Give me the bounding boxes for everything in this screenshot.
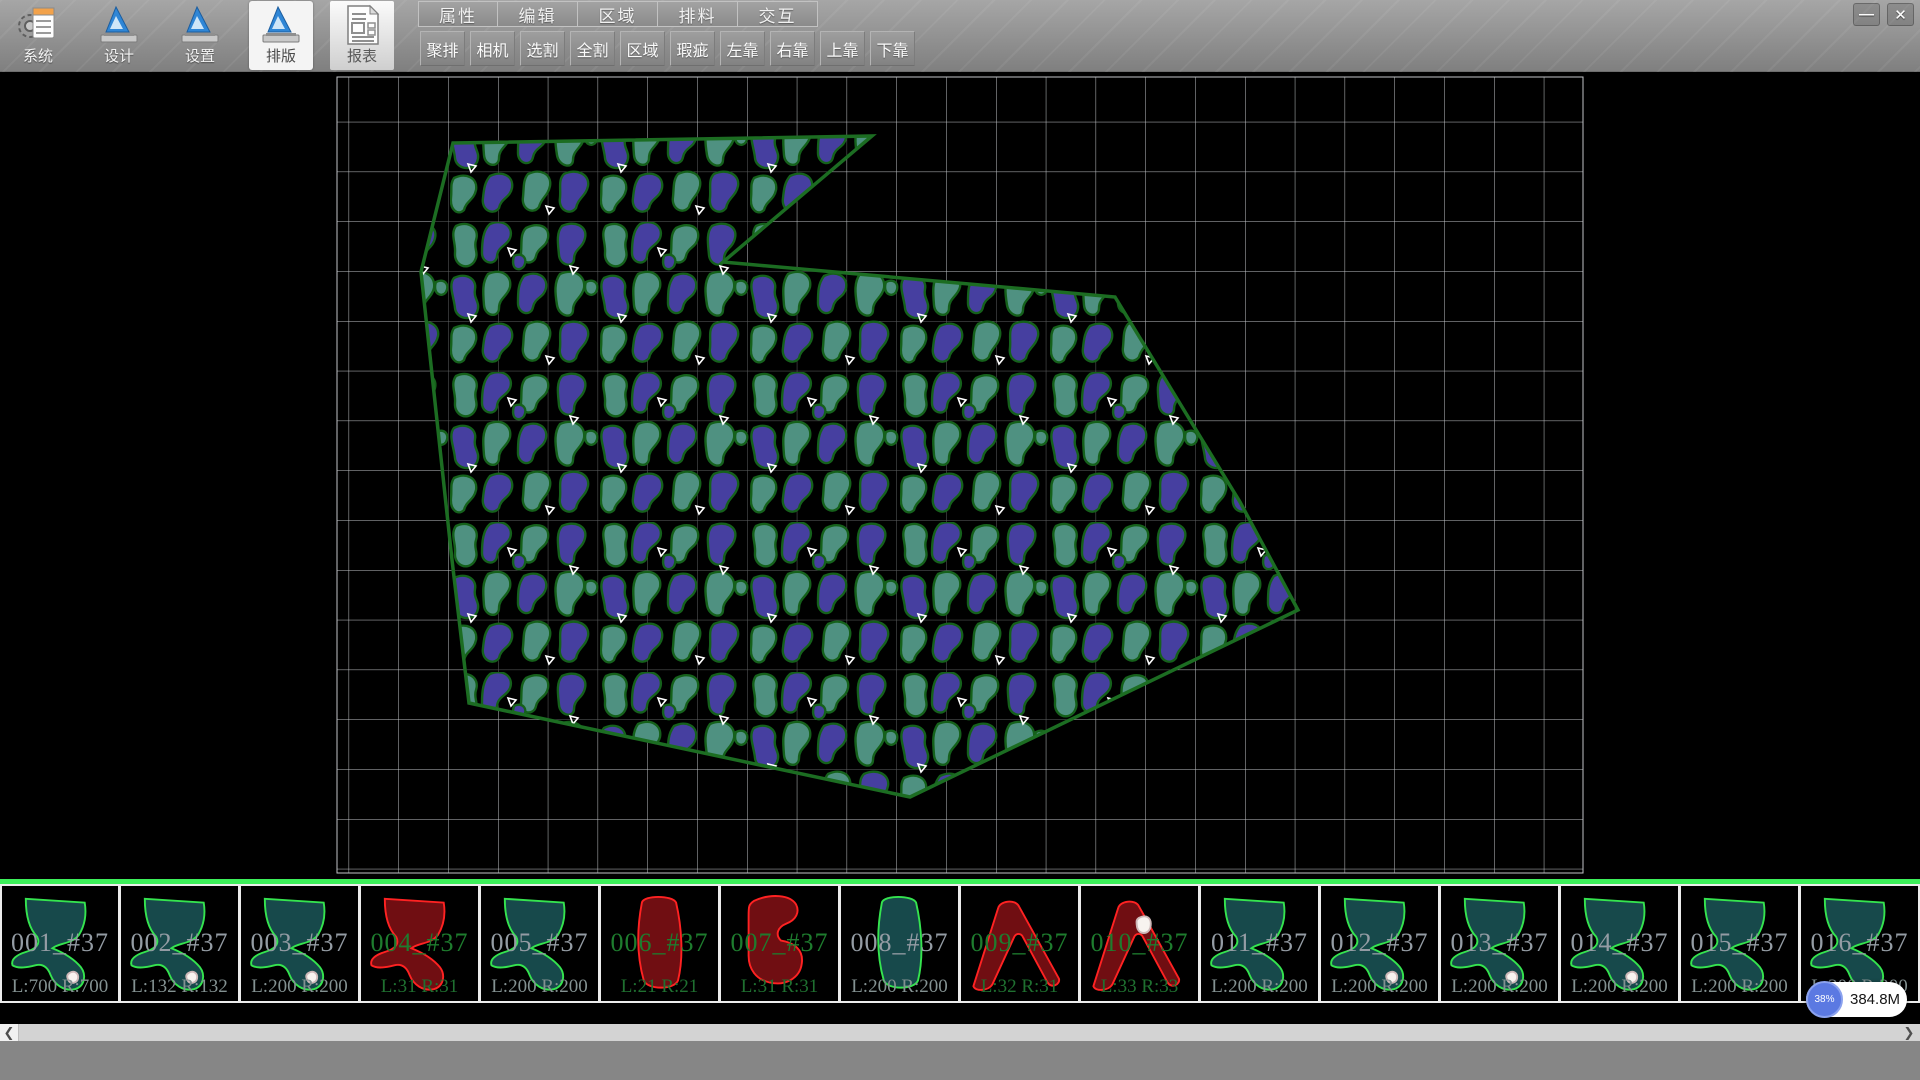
thumbnail-cell[interactable]: 009_#37L:32 R:31 xyxy=(960,884,1080,1003)
piece-thumbnail-shape xyxy=(242,887,356,998)
canvas-svg xyxy=(0,72,1920,879)
set-square-icon xyxy=(182,7,218,42)
tab-label: 报表 xyxy=(347,48,377,65)
tab-label: 设计 xyxy=(104,48,134,65)
tab-设计[interactable]: 设计 xyxy=(87,1,151,70)
close-button[interactable]: ✕ xyxy=(1887,3,1914,26)
main-mode-tabs: 系统 设计 设置 排版 报表 xyxy=(6,1,394,71)
piece-thumbnail-shape xyxy=(1442,887,1556,998)
set-square-icon xyxy=(259,4,303,46)
report-icon xyxy=(340,4,384,46)
scroll-left-button[interactable]: ❮ xyxy=(0,1024,18,1041)
piece-thumbnail-shape xyxy=(1202,887,1316,998)
tool-button[interactable]: 下靠 xyxy=(870,31,915,66)
thumbnail-cell[interactable]: 008_#37L:200 R:200 xyxy=(840,884,960,1003)
piece-thumbnail-shape xyxy=(1682,887,1796,998)
tool-row: 聚排相机选割全割区域瑕疵左靠右靠上靠下靠 xyxy=(420,31,915,66)
tool-button[interactable]: 聚排 xyxy=(420,31,465,66)
set-square-icon xyxy=(97,4,141,46)
window-controls: — ✕ xyxy=(1853,3,1914,26)
piece-thumbnail-shape xyxy=(1082,887,1196,998)
nesting-canvas[interactable] xyxy=(0,72,1920,879)
thumbnail-cell[interactable]: 011_#37L:200 R:200 xyxy=(1200,884,1320,1003)
menu-item[interactable]: 区域 xyxy=(578,1,658,27)
piece-thumbnail-shape xyxy=(122,887,236,998)
thumbnail-cell[interactable]: 003_#37L:200 R:200 xyxy=(240,884,360,1003)
piece-thumbnail-shape xyxy=(362,887,476,998)
tool-button[interactable]: 瑕疵 xyxy=(670,31,715,66)
thumbnail-cell[interactable]: 014_#37L:200 R:200 xyxy=(1560,884,1680,1003)
scroll-right-button[interactable]: ❯ xyxy=(1900,1024,1918,1041)
thumbnail-cell[interactable]: 012_#37L:200 R:200 xyxy=(1320,884,1440,1003)
percent-value: 38% xyxy=(1814,994,1834,1005)
tab-设置[interactable]: 设置 xyxy=(168,1,232,70)
horizontal-scrollbar[interactable]: ❮ ❯ xyxy=(0,1024,1920,1041)
tab-label: 设置 xyxy=(185,48,215,65)
thumbnail-cell[interactable]: 013_#37L:200 R:200 xyxy=(1440,884,1560,1003)
piece-thumbnail-shape xyxy=(1562,887,1676,998)
menu-row: 属性编辑区域排料交互 xyxy=(418,1,818,27)
tool-button[interactable]: 相机 xyxy=(470,31,515,66)
minimize-button[interactable]: — xyxy=(1853,3,1880,26)
piece-filmstrip: 001_#37L:700 R:700002_#37L:132 R:132003_… xyxy=(0,884,1920,1003)
percent-circle-icon: 38% xyxy=(1806,981,1843,1018)
thumbnail-cell[interactable]: 015_#37L:200 R:200 xyxy=(1680,884,1800,1003)
thumbnail-cell[interactable]: 006_#37L:21 R:21 xyxy=(600,884,720,1003)
main-toolbar: 系统 设计 设置 排版 报表 属性编辑区域排料交互 聚排相机选割全割区域瑕疵左靠… xyxy=(0,0,1920,72)
tool-button[interactable]: 区域 xyxy=(620,31,665,66)
menu-item[interactable]: 属性 xyxy=(418,1,498,27)
tab-报表[interactable]: 报表 xyxy=(330,1,394,70)
piece-thumbnail-shape xyxy=(1322,887,1436,998)
tool-button[interactable]: 左靠 xyxy=(720,31,765,66)
memory-badge[interactable]: 38% 384.8M xyxy=(1806,982,1907,1017)
tab-label: 系统 xyxy=(23,48,53,65)
tool-button[interactable]: 选割 xyxy=(520,31,565,66)
memory-value: 384.8M xyxy=(1850,982,1900,1017)
thumbnail-cell[interactable]: 004_#37L:31 R:31 xyxy=(360,884,480,1003)
set-square-icon xyxy=(178,4,222,46)
set-square-icon xyxy=(263,7,299,42)
piece-thumbnail-shape xyxy=(722,887,836,998)
set-square-icon xyxy=(101,7,137,42)
menu-item[interactable]: 交互 xyxy=(738,1,818,27)
tool-button[interactable]: 右靠 xyxy=(770,31,815,66)
tab-系统[interactable]: 系统 xyxy=(6,1,70,70)
piece-thumbnail-shape xyxy=(842,887,956,998)
tool-button[interactable]: 上靠 xyxy=(820,31,865,66)
thumbnail-cell[interactable]: 005_#37L:200 R:200 xyxy=(480,884,600,1003)
piece-thumbnail-shape xyxy=(962,887,1076,998)
tool-button[interactable]: 全割 xyxy=(570,31,615,66)
thumbnail-cell[interactable]: 007_#37L:31 R:31 xyxy=(720,884,840,1003)
piece-thumbnail-shape xyxy=(602,887,716,998)
thumbnail-cell[interactable]: 010_#37L:33 R:33 xyxy=(1080,884,1200,1003)
tab-排版[interactable]: 排版 xyxy=(249,1,313,70)
gear-document-icon xyxy=(16,4,60,46)
report-icon xyxy=(348,6,378,44)
status-bar xyxy=(0,1041,1920,1080)
thumbnail-cell[interactable]: 001_#37L:700 R:700 xyxy=(0,884,120,1003)
gear-document-icon xyxy=(19,8,54,38)
piece-thumbnail-shape xyxy=(482,887,596,998)
piece-thumbnail-shape xyxy=(3,887,117,998)
tab-label: 排版 xyxy=(266,48,296,65)
thumbnail-cell[interactable]: 002_#37L:132 R:132 xyxy=(120,884,240,1003)
menu-item[interactable]: 排料 xyxy=(658,1,738,27)
menu-item[interactable]: 编辑 xyxy=(498,1,578,27)
